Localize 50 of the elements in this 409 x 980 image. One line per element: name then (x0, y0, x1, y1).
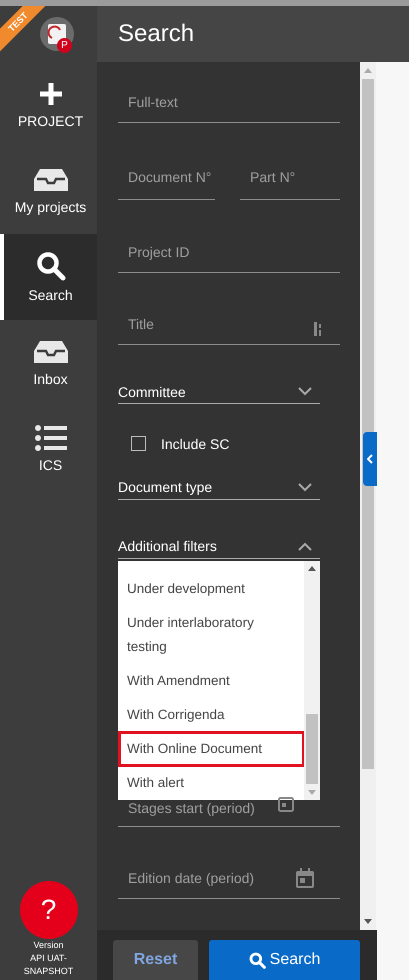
version-text: SNAPSHOT (24, 965, 74, 978)
inbox-icon (32, 339, 68, 365)
input-field[interactable]: Full-text (118, 82, 340, 124)
additional-filters-select[interactable]: Additional filters (118, 534, 320, 559)
collapse-tab[interactable] (363, 432, 377, 486)
input-field[interactable]: Project ID (118, 231, 340, 273)
committee-select[interactable]: Committee (118, 380, 320, 404)
chevron-icon (298, 482, 312, 492)
nav-item[interactable]: ICS (0, 406, 97, 492)
checkbox[interactable] (131, 436, 146, 452)
scroll-up-icon[interactable] (308, 566, 316, 571)
calendar-icon (296, 868, 314, 888)
dropdown-option[interactable]: Under development (119, 572, 304, 606)
page-title: Search (118, 20, 194, 48)
nav-item[interactable]: PROJECT (0, 62, 97, 148)
help-button[interactable]: ? (20, 881, 78, 939)
field-icon (314, 322, 324, 336)
chevron-icon (298, 387, 312, 396)
scrollbar[interactable] (304, 560, 320, 800)
search-button[interactable]: Search (209, 940, 360, 980)
reset-button[interactable]: Reset (113, 940, 198, 980)
chevron-icon (367, 454, 373, 464)
input-field[interactable]: Edition date (period) (118, 858, 340, 900)
nav-item[interactable]: My projects (0, 148, 97, 234)
input-field[interactable]: Document N° (118, 154, 215, 200)
input-field[interactable]: Part N° (240, 154, 340, 200)
calendar-icon (278, 796, 294, 812)
plus-icon (38, 81, 64, 107)
dropdown-option[interactable]: With alert (119, 766, 304, 800)
dropdown-option[interactable]: With Corrigenda (119, 698, 304, 732)
checkbox-label: Include SC (161, 436, 230, 452)
dropdown-option[interactable]: With Amendment (119, 664, 304, 698)
logo-badge: P (57, 38, 72, 53)
scroll-down-icon[interactable] (364, 919, 372, 924)
search-icon (248, 952, 266, 968)
dropdown-option[interactable]: Under interlaboratory testing (119, 606, 304, 664)
nav-item[interactable]: Inbox (0, 320, 97, 406)
scrollbar[interactable] (360, 62, 376, 930)
inbox-icon (32, 167, 68, 193)
search-icon (36, 251, 66, 281)
chevron-icon (298, 542, 312, 551)
scroll-thumb[interactable] (362, 79, 374, 769)
version-text: Version (33, 939, 64, 952)
input-field[interactable]: Stages start (period) (118, 800, 340, 827)
dropdown-option[interactable]: With Online Document (119, 732, 304, 766)
list-icon (34, 425, 66, 451)
nav-item[interactable]: Search (0, 234, 97, 320)
document-type-select[interactable]: Document type (118, 476, 320, 500)
scroll-thumb[interactable] (306, 714, 318, 784)
version-text: API UAT- (30, 952, 67, 965)
